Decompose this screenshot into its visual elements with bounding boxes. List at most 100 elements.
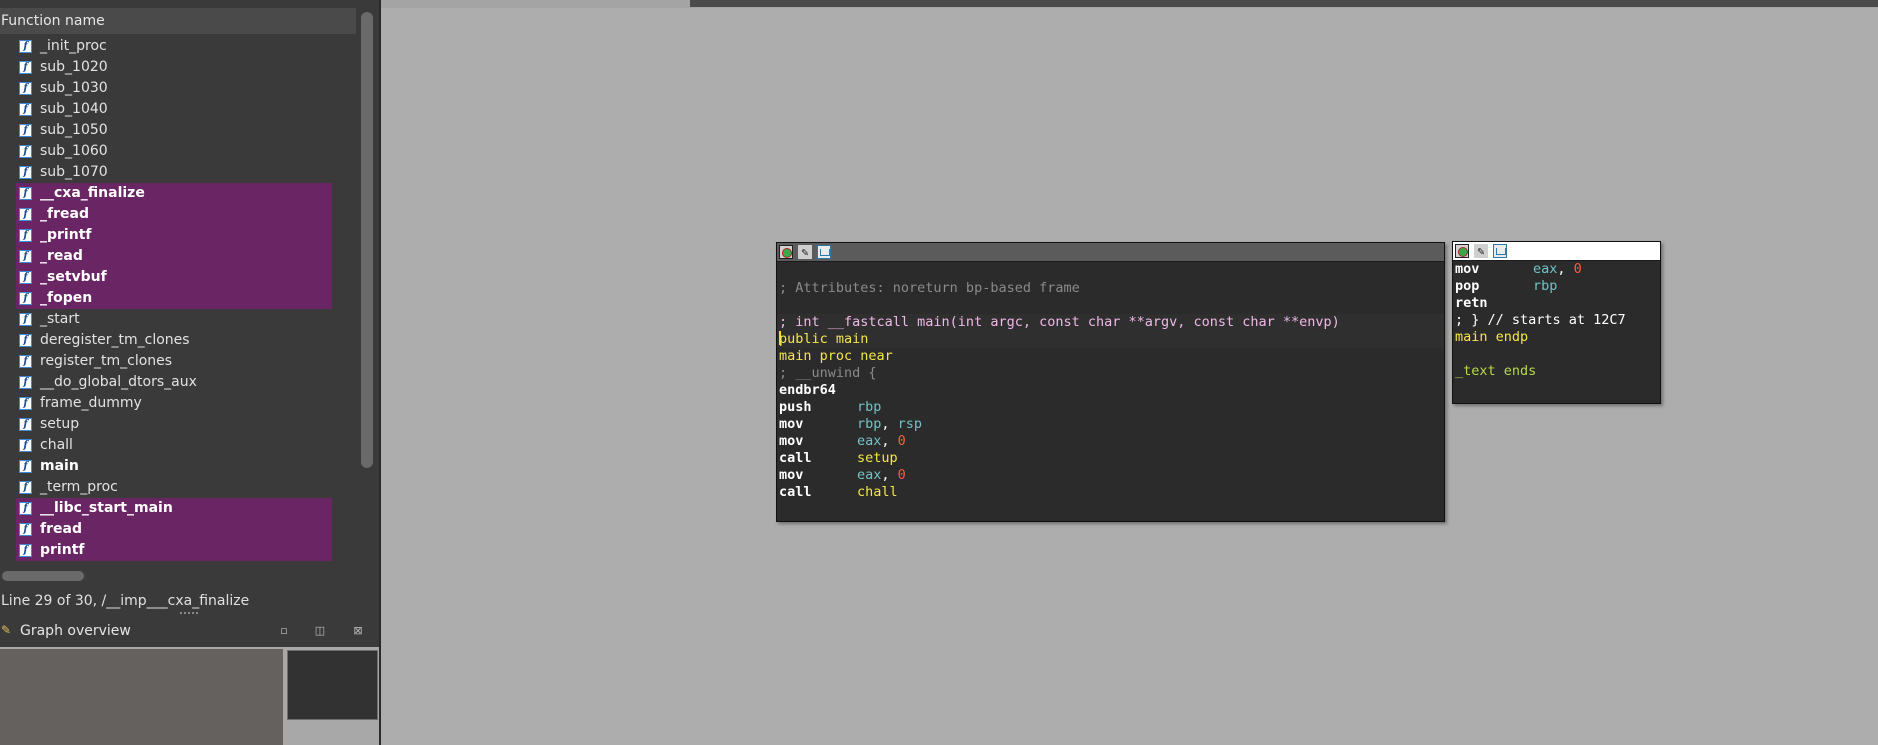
node-color-icon[interactable]	[1455, 244, 1469, 258]
close-icon[interactable]: ⊠	[349, 622, 367, 639]
function-row[interactable]: f sub_1020	[16, 57, 332, 78]
instruction-line[interactable]: mov eax, 0	[777, 467, 1444, 484]
function-name: setup	[40, 416, 80, 432]
operand[interactable]: rbp	[1533, 278, 1557, 294]
operand[interactable]: rsp	[898, 416, 922, 432]
operand-separator: ,	[881, 416, 898, 432]
navigation-band[interactable]	[690, 0, 1878, 7]
function-icon: f	[19, 145, 32, 158]
mnemonic: mov	[779, 433, 804, 449]
text-ends-directive: _text ends	[1455, 363, 1537, 379]
function-row[interactable]: f _read	[16, 246, 332, 267]
function-name-column-header[interactable]: Function name	[0, 8, 356, 34]
node-color-icon[interactable]	[779, 245, 793, 259]
function-row[interactable]: f frame_dummy	[16, 393, 332, 414]
function-name: register_tm_clones	[40, 353, 173, 369]
function-row[interactable]: f sub_1060	[16, 141, 332, 162]
graph-overview-viewport[interactable]	[0, 649, 283, 745]
function-row[interactable]: f _printf	[16, 225, 332, 246]
splitter-handle[interactable]	[180, 612, 198, 616]
function-row[interactable]: f _init_proc	[16, 36, 332, 57]
function-row[interactable]: f _fopen	[16, 288, 332, 309]
node-graph-icon[interactable]	[817, 245, 831, 259]
function-icon: f	[19, 481, 32, 494]
function-row[interactable]: f __do_global_dtors_aux	[16, 372, 332, 393]
function-row[interactable]: f deregister_tm_clones	[16, 330, 332, 351]
operand[interactable]: 0	[898, 467, 906, 483]
operand[interactable]: rbp	[857, 416, 881, 432]
function-row[interactable]: f __cxa_finalize	[16, 183, 332, 204]
instruction-line[interactable]: pop rbp	[1453, 278, 1660, 295]
node-titlebar: ✎	[777, 243, 1444, 262]
restore-icon[interactable]: ▫	[275, 622, 293, 639]
function-name: _fopen	[40, 290, 93, 306]
function-name: chall	[40, 437, 73, 453]
graph-node-main[interactable]: ✎ ; Attributes: noreturn bp-based frame …	[776, 242, 1445, 522]
function-icon: f	[19, 334, 32, 347]
function-row[interactable]: f __libc_start_main	[16, 498, 332, 519]
operand[interactable]: setup	[857, 450, 898, 466]
node-rename-icon[interactable]: ✎	[798, 245, 812, 259]
function-row[interactable]: f printf	[16, 540, 332, 561]
function-row[interactable]: f sub_1030	[16, 78, 332, 99]
graph-overview-minimap[interactable]	[287, 650, 378, 720]
public-declaration[interactable]: public main	[777, 331, 1444, 348]
operand[interactable]: chall	[857, 484, 898, 500]
function-row[interactable]: f register_tm_clones	[16, 351, 332, 372]
operand[interactable]: 0	[1574, 261, 1582, 277]
function-icon: f	[19, 82, 32, 95]
instruction-line[interactable]: endbr64	[777, 382, 1444, 399]
function-row[interactable]: f chall	[16, 435, 332, 456]
function-row[interactable]: f _fread	[16, 204, 332, 225]
instruction-line[interactable]: retn	[1453, 295, 1660, 312]
graph-overview-canvas[interactable]	[0, 647, 379, 745]
vertical-scrollbar-thumb[interactable]	[361, 12, 373, 468]
horizontal-scrollbar-thumb[interactable]	[2, 571, 84, 581]
operand[interactable]: 0	[898, 433, 906, 449]
function-row[interactable]: f fread	[16, 519, 332, 540]
endp-directive[interactable]: main endp	[1453, 329, 1660, 346]
end-instructions[interactable]: mov eax, 0 pop rbp retn	[1453, 261, 1660, 312]
mnemonic: mov	[1455, 261, 1480, 277]
function-icon: f	[19, 124, 32, 137]
graph-node-end[interactable]: ✎ mov eax, 0 pop rbp retn ; } // starts at 1…	[1452, 241, 1661, 404]
proc-declaration[interactable]: main proc near	[777, 348, 1444, 365]
operand[interactable]: eax	[1533, 261, 1557, 277]
function-name: _setvbuf	[40, 269, 107, 285]
function-name: main	[40, 458, 79, 474]
instruction-line[interactable]: call chall	[777, 484, 1444, 501]
function-list[interactable]: f _init_proc f sub_1020 f sub_1030 f sub_1040 f s…	[0, 36, 356, 566]
function-icon: f	[19, 376, 32, 389]
instruction-line[interactable]: push rbp	[777, 399, 1444, 416]
mnemonic: endbr64	[779, 382, 836, 398]
function-icon: f	[19, 544, 32, 557]
function-row[interactable]: f sub_1050	[16, 120, 332, 141]
operand[interactable]: eax	[857, 467, 881, 483]
function-row[interactable]: f setup	[16, 414, 332, 435]
function-icon: f	[19, 250, 32, 263]
instruction-line[interactable]: mov eax, 0	[777, 433, 1444, 450]
function-name: printf	[40, 542, 85, 558]
function-name: __cxa_finalize	[40, 185, 145, 201]
function-icon: f	[19, 418, 32, 431]
function-row[interactable]: f sub_1070	[16, 162, 332, 183]
function-row[interactable]: f _term_proc	[16, 477, 332, 498]
operand[interactable]: rbp	[857, 399, 881, 415]
function-row[interactable]: f main	[16, 456, 332, 477]
node-graph-icon[interactable]	[1493, 244, 1507, 258]
function-row[interactable]: f sub_1040	[16, 99, 332, 120]
instruction-line[interactable]: mov eax, 0	[1453, 261, 1660, 278]
function-name: _term_proc	[40, 479, 118, 495]
operand[interactable]: eax	[857, 433, 881, 449]
function-name: sub_1020	[40, 59, 108, 75]
mnemonic: retn	[1455, 295, 1488, 311]
function-row[interactable]: f _start	[16, 309, 332, 330]
instruction-line[interactable]: mov rbp, rsp	[777, 416, 1444, 433]
function-row[interactable]: f _setvbuf	[16, 267, 332, 288]
instruction-line[interactable]: call setup	[777, 450, 1444, 467]
float-icon[interactable]: ◫	[311, 622, 329, 639]
node-rename-icon[interactable]: ✎	[1474, 244, 1488, 258]
function-icon: f	[19, 229, 32, 242]
main-instructions[interactable]: endbr64 push rbp mov rbp, rsp mov eax, 0 call se…	[777, 382, 1444, 501]
function-signature[interactable]: ; int __fastcall main(int argc, const ch…	[777, 314, 1444, 331]
